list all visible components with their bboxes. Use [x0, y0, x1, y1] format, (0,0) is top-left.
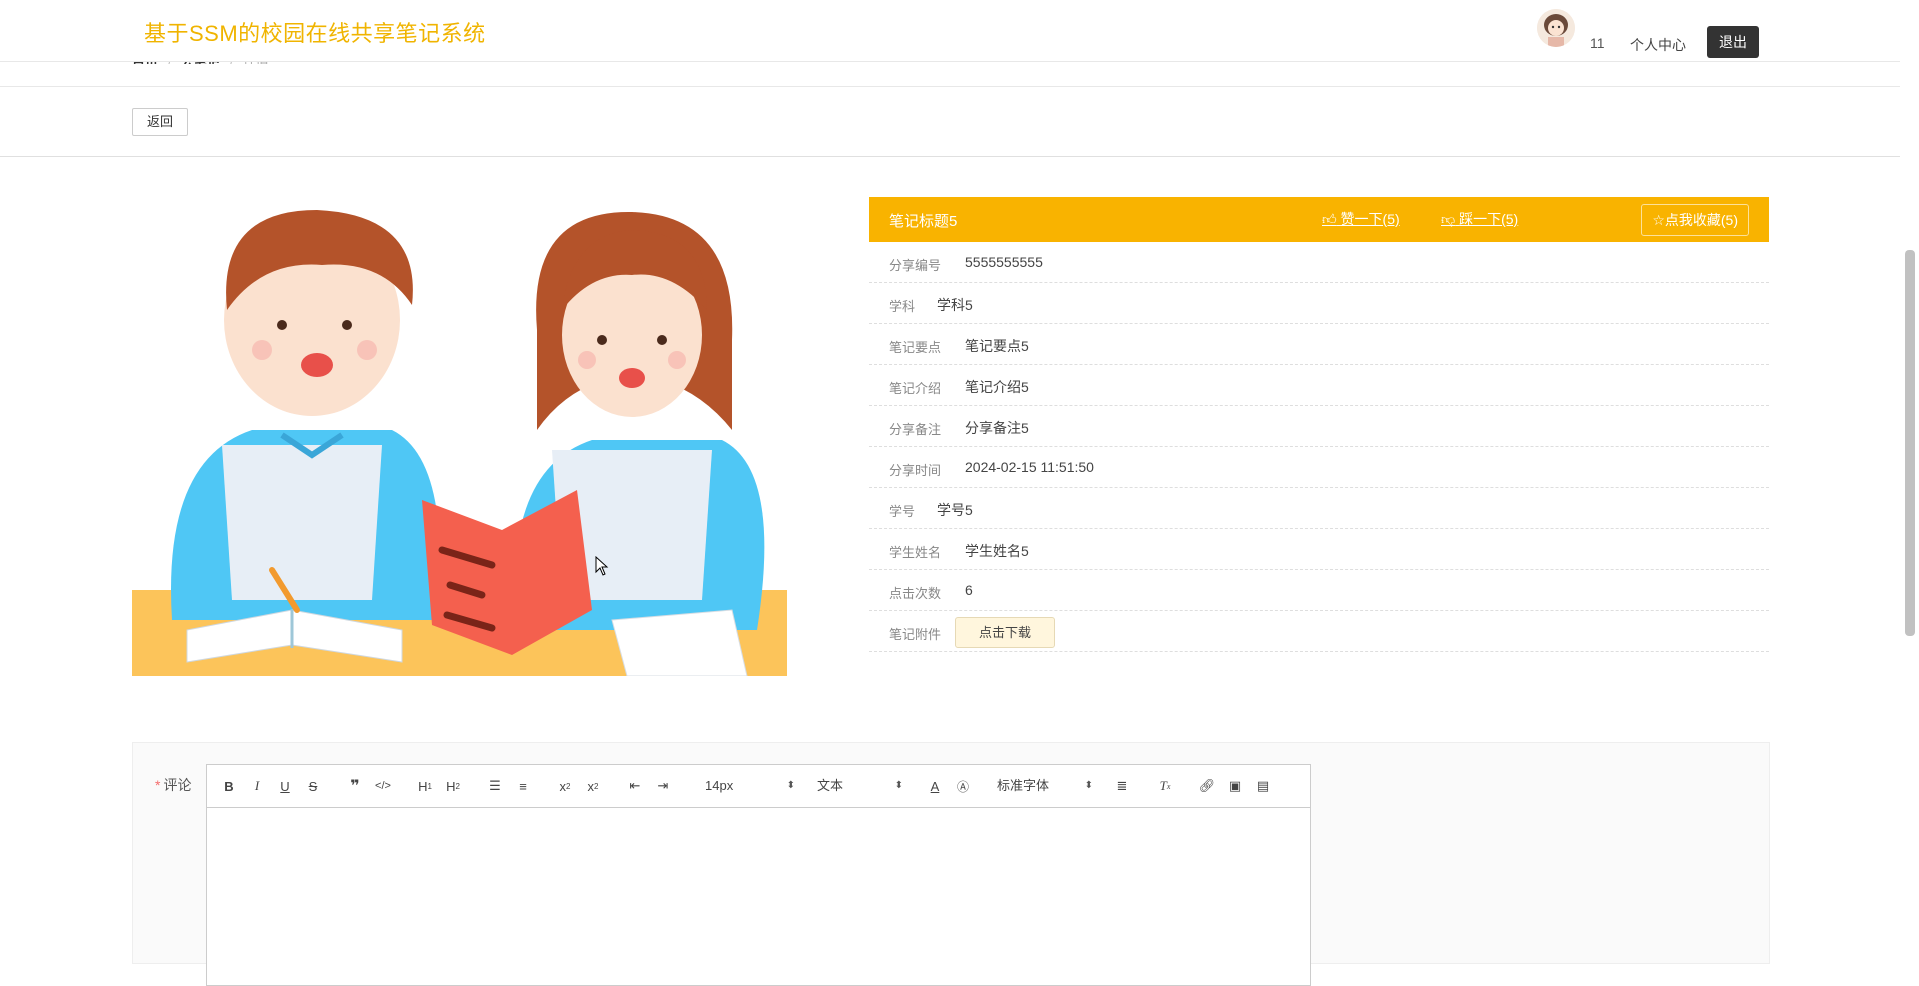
outdent-icon[interactable]: ⇤ — [625, 776, 645, 796]
field-label: 笔记介绍 — [889, 381, 942, 396]
divider — [0, 86, 1900, 87]
field-value: 学号5 — [937, 502, 973, 518]
field-row: 学科 学科5 — [869, 283, 1769, 324]
field-label: 分享备注 — [889, 422, 942, 437]
video-icon[interactable]: ▤ — [1253, 776, 1273, 796]
field-row: 分享时间 2024-02-15 11:51:50 — [869, 447, 1769, 488]
mouse-cursor — [595, 555, 609, 581]
header-select[interactable]: 文本 ⬍ — [817, 776, 903, 796]
background-color-icon[interactable]: Ⓐ — [953, 776, 973, 796]
font-family-select[interactable]: 标准字体 ⬍ — [997, 776, 1093, 796]
bullet-list-icon[interactable]: ≡ — [513, 776, 533, 796]
top-navbar: 基于SSM的校园在线共享笔记系统 11 个人中心 退出 — [0, 0, 1900, 62]
field-value: 5555555555 — [965, 254, 1043, 270]
detail-header: 笔记标题5 👍︎ 赞一下(5) 👎︎ 踩一下(5) ☆点我收藏(5) — [869, 197, 1769, 242]
comment-label: * 评论 — [155, 777, 192, 793]
field-value: 笔记介绍5 — [965, 379, 1029, 395]
align-icon[interactable]: ≣ — [1112, 776, 1132, 796]
back-button[interactable]: 返回 — [132, 108, 188, 136]
clear-format-icon[interactable]: Tx — [1155, 776, 1175, 796]
select-arrow-icon: ⬍ — [894, 780, 903, 791]
subscript-icon[interactable]: x2 — [555, 776, 575, 796]
divider — [0, 156, 1900, 157]
heading1-icon[interactable]: H1 — [415, 776, 435, 796]
field-label: 分享时间 — [889, 463, 942, 478]
field-row: 笔记介绍 笔记介绍5 — [869, 365, 1769, 406]
link-icon[interactable]: 🔗︎ — [1197, 776, 1217, 796]
like-label: 赞一下(5) — [1340, 211, 1400, 227]
favorite-label: 点我收藏(5) — [1664, 212, 1738, 228]
attachment-row: 笔记附件 点击下载 — [869, 611, 1769, 652]
code-block-icon[interactable]: </> — [373, 776, 393, 796]
field-label: 笔记要点 — [889, 340, 942, 355]
field-value: 笔记要点5 — [965, 338, 1029, 354]
like-button[interactable]: 👍︎ 赞一下(5) — [1322, 209, 1400, 229]
field-value: 学生姓名5 — [965, 543, 1029, 559]
editor-toolbar: B I U S ❞ </> H1 H2 ☰ ≡ x2 x2 ⇤ ⇥ 14px ⬍ … — [207, 765, 1310, 808]
user-id: 11 — [1590, 35, 1605, 51]
field-row: 笔记要点 笔记要点5 — [869, 324, 1769, 365]
field-row: 学号 学号5 — [869, 488, 1769, 529]
comment-textarea[interactable] — [207, 808, 1310, 984]
note-cover-image — [132, 200, 787, 677]
font-color-icon[interactable]: A — [925, 776, 945, 796]
select-arrow-icon: ⬍ — [1084, 780, 1093, 791]
superscript-icon[interactable]: x2 — [583, 776, 603, 796]
thumbs-up-icon: 👍︎ — [1322, 211, 1337, 227]
thumbs-down-icon: 👎︎ — [1441, 211, 1456, 227]
select-arrow-icon: ⬍ — [786, 780, 795, 791]
field-label: 学生姓名 — [889, 545, 942, 560]
image-icon[interactable]: ▣ — [1225, 776, 1245, 796]
note-detail-panel: 笔记标题5 👍︎ 赞一下(5) 👎︎ 踩一下(5) ☆点我收藏(5) 分享编号 5… — [869, 197, 1769, 652]
field-row: 学生姓名 学生姓名5 — [869, 529, 1769, 570]
dislike-button[interactable]: 👎︎ 踩一下(5) — [1441, 209, 1518, 229]
field-row: 点击次数 6 — [869, 570, 1769, 611]
note-title: 笔记标题5 — [889, 213, 958, 230]
ordered-list-icon[interactable]: ☰ — [485, 776, 505, 796]
field-row: 分享备注 分享备注5 — [869, 406, 1769, 447]
field-value: 2024-02-15 11:51:50 — [965, 459, 1094, 475]
blockquote-icon[interactable]: ❞ — [345, 776, 365, 796]
bold-icon[interactable]: B — [219, 776, 239, 796]
star-icon: ☆ — [1652, 212, 1665, 228]
user-avatar[interactable] — [1537, 9, 1575, 47]
dislike-label: 踩一下(5) — [1459, 211, 1519, 227]
logout-button[interactable]: 退出 — [1707, 26, 1759, 58]
field-value: 学科5 — [937, 297, 973, 313]
scrollbar-thumb[interactable] — [1905, 250, 1915, 636]
field-label: 学科 — [889, 299, 916, 314]
field-value: 分享备注5 — [965, 420, 1029, 436]
comment-section: * 评论 B I U S ❞ </> H1 H2 ☰ ≡ x2 x2 ⇤ ⇥ 14… — [132, 742, 1770, 986]
user-center-link[interactable]: 个人中心 — [1630, 35, 1686, 55]
field-label: 分享编号 — [889, 258, 942, 273]
favorite-button[interactable]: ☆点我收藏(5) — [1641, 204, 1749, 236]
site-title[interactable]: 基于SSM的校园在线共享笔记系统 — [144, 16, 486, 48]
strikethrough-icon[interactable]: S — [303, 776, 323, 796]
rich-text-editor: B I U S ❞ </> H1 H2 ☰ ≡ x2 x2 ⇤ ⇥ 14px ⬍ … — [206, 764, 1311, 986]
field-label: 学号 — [889, 504, 916, 519]
download-button[interactable]: 点击下载 — [955, 617, 1055, 648]
italic-icon[interactable]: I — [247, 776, 267, 796]
field-row: 分享编号 5555555555 — [869, 242, 1769, 283]
heading2-icon[interactable]: H2 — [443, 776, 463, 796]
field-label: 点击次数 — [889, 586, 942, 601]
font-size-select[interactable]: 14px ⬍ — [705, 776, 795, 796]
underline-icon[interactable]: U — [275, 776, 295, 796]
attachment-label: 笔记附件 — [889, 627, 942, 642]
indent-icon[interactable]: ⇥ — [653, 776, 673, 796]
field-value: 6 — [965, 582, 973, 598]
